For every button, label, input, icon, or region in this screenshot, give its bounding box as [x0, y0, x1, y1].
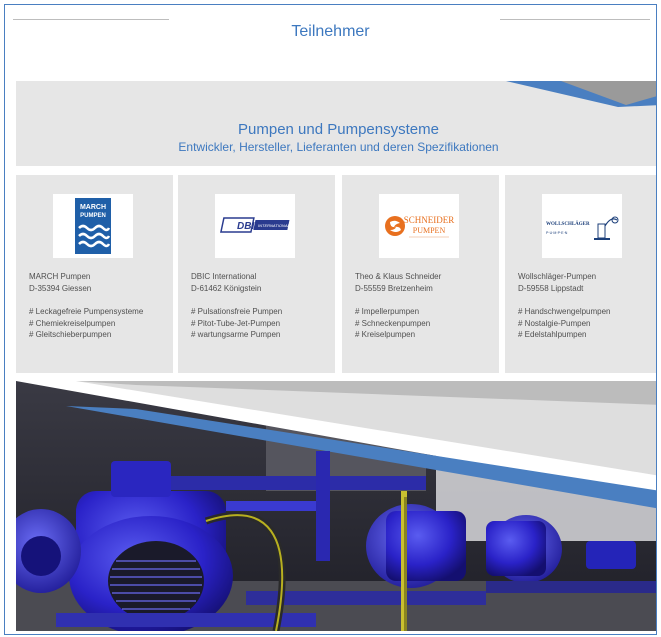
exhibitor-card-wollschlaeger[interactable]: WOLLSCHLÄGER P·U·M·P·E·N Wollschläger-Pu… — [505, 175, 656, 373]
page-title: Teilnehmer — [291, 23, 370, 40]
header-divider-right — [500, 19, 650, 20]
tag-item[interactable]: # Edelstahlpumpen — [518, 329, 656, 341]
tag-item[interactable]: # Leckagefreie Pumpensysteme — [29, 306, 169, 318]
schneider-logo-text-1: SCHNEIDER — [404, 215, 455, 225]
banner: Pumpen und Pumpensysteme Entwickler, Her… — [16, 81, 656, 166]
exhibitor-location: D-59558 Lippstadt — [518, 283, 584, 293]
wollschlaeger-logo-text-1: WOLLSCHLÄGER — [546, 221, 590, 227]
dbic-logo-subtext: INTERNATIONAL — [258, 223, 290, 228]
schneider-logo[interactable]: SCHNEIDER PUMPEN — [379, 194, 459, 258]
tag-item[interactable]: # Gleitschieberpumpen — [29, 329, 169, 341]
tag-item[interactable]: # Nostalgie-Pumpen — [518, 318, 656, 330]
exhibitor-location: D-61462 Königstein — [191, 283, 262, 293]
exhibitor-card-schneider[interactable]: SCHNEIDER PUMPEN Theo & Klaus Schneider … — [342, 175, 499, 373]
dbic-logo[interactable]: DBIC INTERNATIONAL — [215, 194, 295, 258]
exhibitor-name: MARCH Pumpen — [29, 272, 91, 281]
wollschlaeger-logo-text-2: P·U·M·P·E·N — [546, 231, 568, 235]
exhibitor-card-march[interactable]: MARCH PUMPEN MARCH Pumpen D-35394 Giesse… — [16, 175, 173, 373]
march-logo[interactable]: MARCH PUMPEN — [53, 194, 133, 258]
tag-item[interactable]: # Handschwengelpumpen — [518, 306, 656, 318]
tag-item[interactable]: # Pitot-Tube-Jet-Pumpen — [191, 318, 331, 330]
exhibitor-location: D-35394 Giessen — [29, 283, 92, 293]
march-logo-text-2: PUMPEN — [80, 213, 106, 219]
exhibitor-name: DBIC International — [191, 272, 257, 281]
tag-item[interactable]: # Schneckenpumpen — [355, 318, 495, 330]
tag-item[interactable]: # Pulsationsfreie Pumpen — [191, 306, 331, 318]
schneider-logo-text-2: PUMPEN — [413, 226, 446, 235]
banner-title: Pumpen und Pumpensysteme — [238, 121, 439, 138]
tag-item[interactable]: # Chemiekreiselpumpen — [29, 318, 169, 330]
pump-machinery-photo — [16, 381, 656, 631]
banner-subtitle: Entwickler, Hersteller, Lieferanten und … — [178, 140, 499, 154]
header-divider-left — [13, 19, 169, 20]
exhibitor-name: Wollschläger-Pumpen — [518, 272, 597, 281]
wollschlaeger-logo[interactable]: WOLLSCHLÄGER P·U·M·P·E·N — [542, 194, 622, 258]
tag-item[interactable]: # wartungsarme Pumpen — [191, 329, 331, 341]
march-logo-text-1: MARCH — [80, 204, 106, 211]
exhibitor-location: D-55559 Bretzenheim — [355, 283, 433, 293]
page-frame: Teilnehmer Pumpen und Pumpensysteme Entw… — [4, 4, 657, 635]
exhibitor-name: Theo & Klaus Schneider — [355, 272, 442, 281]
exhibitor-card-dbic[interactable]: DBIC INTERNATIONAL DBIC International D-… — [178, 175, 335, 373]
tag-item[interactable]: # Impellerpumpen — [355, 306, 495, 318]
tag-item[interactable]: # Kreiselpumpen — [355, 329, 495, 341]
